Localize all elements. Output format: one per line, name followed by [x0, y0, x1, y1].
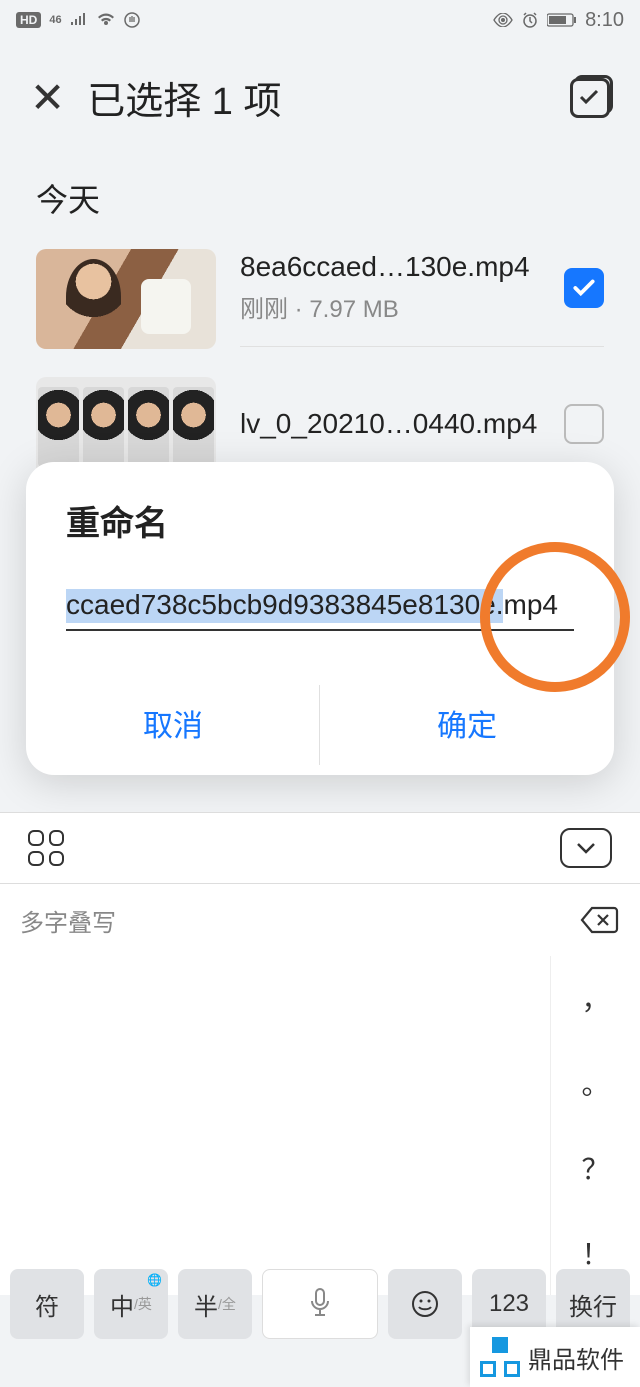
checkbox-checked[interactable]	[564, 268, 604, 308]
dialog-title: 重命名	[26, 496, 614, 569]
keyboard-collapse-button[interactable]	[560, 828, 612, 868]
rename-dialog: 重命名 ccaed738c5bcb9d9383845e8130e.mp4 取消 …	[26, 462, 614, 775]
checkbox-unchecked[interactable]	[564, 404, 604, 444]
punctuation-column: ， 。 ？ ！	[550, 956, 640, 1295]
file-meta: 刚刚 · 7.97 MB	[240, 289, 564, 324]
candidate-hint: 多字叠写	[20, 903, 116, 938]
watermark: 鼎品软件	[470, 1327, 640, 1387]
backspace-icon[interactable]	[580, 906, 620, 934]
file-name: 8ea6ccaed…130e.mp4	[240, 251, 564, 283]
confirm-button[interactable]: 确定	[320, 675, 614, 775]
eye-icon	[493, 13, 513, 27]
battery-icon	[547, 13, 577, 27]
network-icon: 46	[49, 14, 61, 26]
clock-time: 8:10	[585, 9, 624, 32]
watermark-text: 鼎品软件	[528, 1340, 624, 1375]
smile-icon	[411, 1290, 439, 1318]
rename-input[interactable]: ccaed738c5bcb9d9383845e8130e.mp4	[66, 589, 574, 621]
select-all-button[interactable]	[570, 78, 610, 118]
symbol-key[interactable]: 符	[10, 1269, 84, 1339]
section-today: 今天	[0, 145, 640, 235]
hd-indicator: HD	[16, 12, 41, 28]
width-key[interactable]: 半/全	[178, 1269, 252, 1339]
keyboard-toolbar	[0, 812, 640, 884]
cancel-button[interactable]: 取消	[26, 675, 320, 775]
rename-input-wrap[interactable]: ccaed738c5bcb9d9383845e8130e.mp4	[66, 589, 574, 631]
selection-header: ✕ 已选择 1 项	[0, 40, 640, 145]
punct-key[interactable]: 。	[550, 1041, 640, 1126]
hand-icon	[124, 12, 140, 28]
emoji-key[interactable]	[388, 1269, 462, 1339]
space-key[interactable]	[262, 1269, 378, 1339]
status-bar: HD 46 8:10	[0, 0, 640, 40]
alarm-icon	[521, 11, 539, 29]
signal-icon	[70, 13, 88, 27]
keyboard-switch-icon[interactable]	[28, 830, 64, 866]
globe-icon: 🌐	[147, 1273, 162, 1287]
page-title: 已选择 1 项	[87, 70, 281, 125]
wifi-icon	[96, 13, 116, 27]
handwriting-area[interactable]: ， 。 ？ ！	[0, 956, 640, 1295]
file-row[interactable]: 8ea6ccaed…130e.mp4 刚刚 · 7.97 MB	[0, 235, 640, 363]
candidate-row: 多字叠写	[0, 884, 640, 956]
punct-key[interactable]: ，	[550, 956, 640, 1041]
language-key[interactable]: 中/英 🌐	[94, 1269, 168, 1339]
video-thumbnail	[36, 249, 216, 349]
punct-key[interactable]: ？	[550, 1126, 640, 1211]
mic-icon	[307, 1287, 333, 1321]
file-name: lv_0_20210…0440.mp4	[240, 408, 564, 440]
close-icon[interactable]: ✕	[30, 73, 65, 122]
watermark-logo	[480, 1337, 520, 1377]
